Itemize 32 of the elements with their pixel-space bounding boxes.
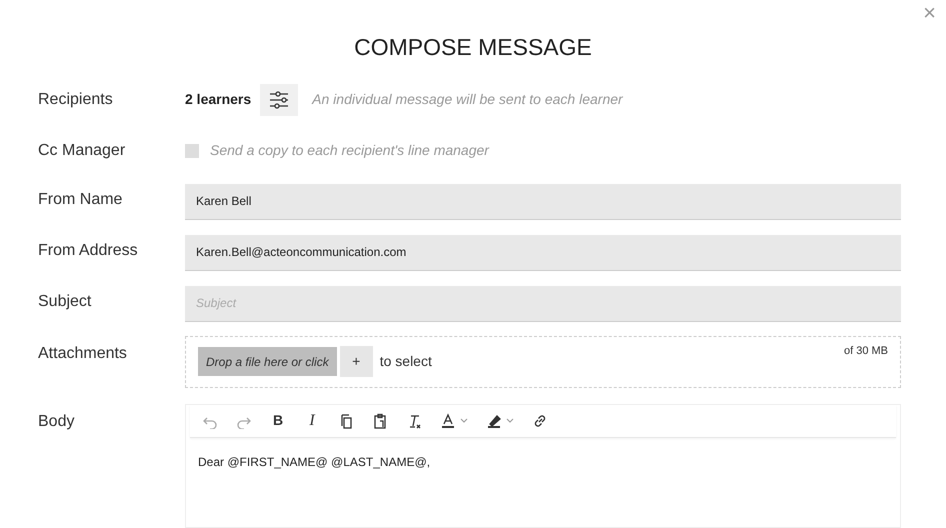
field-label: From Name (38, 190, 124, 210)
drop-zone[interactable]: Drop a file here or click + to select of 30 MB (185, 336, 901, 388)
field-label: Recipients (38, 90, 114, 110)
field-label: Subject (38, 292, 92, 312)
body-text: Dear @FIRST_NAME@ @LAST_NAME@, (197, 454, 432, 470)
link-icon (532, 412, 548, 428)
checkbox-label: Send a copy to each recipient's line manager (210, 141, 489, 160)
highlighter-icon (486, 412, 502, 428)
input-field[interactable]: Subject (185, 286, 901, 322)
dialog-title: COMPOSE MESSAGE (354, 33, 592, 62)
italic-button[interactable]: I (304, 408, 320, 432)
recipient-count: 2 learners (185, 90, 252, 109)
field-label: Attachments (38, 344, 128, 364)
input-field[interactable]: Karen Bell (185, 184, 901, 220)
caret-icon (460, 418, 468, 424)
filter-button[interactable] (260, 84, 298, 116)
checkbox[interactable] (185, 144, 199, 158)
add-file-button[interactable]: + (340, 346, 373, 377)
bold-button[interactable]: B (270, 408, 286, 432)
recipient-note: An individual message will be sent to each learner (312, 90, 623, 109)
caret-icon (506, 418, 514, 424)
input-field[interactable]: Karen.Bell@acteoncommunication.com (185, 234, 901, 270)
field-label: Body (38, 412, 76, 432)
field-label: Cc Manager (38, 140, 126, 160)
editor[interactable]: B I Dear @FIRST_NAME@ @LAST_NAME@, (185, 404, 901, 528)
select-text: to select (380, 352, 432, 371)
size-limit: of 30 MB (844, 344, 888, 358)
sliders-icon (269, 90, 290, 108)
field-label: From Address (38, 240, 139, 260)
clipboard-icon (372, 412, 388, 428)
text-color-icon (440, 412, 456, 428)
drop-label: Drop a file here or click (198, 347, 337, 376)
